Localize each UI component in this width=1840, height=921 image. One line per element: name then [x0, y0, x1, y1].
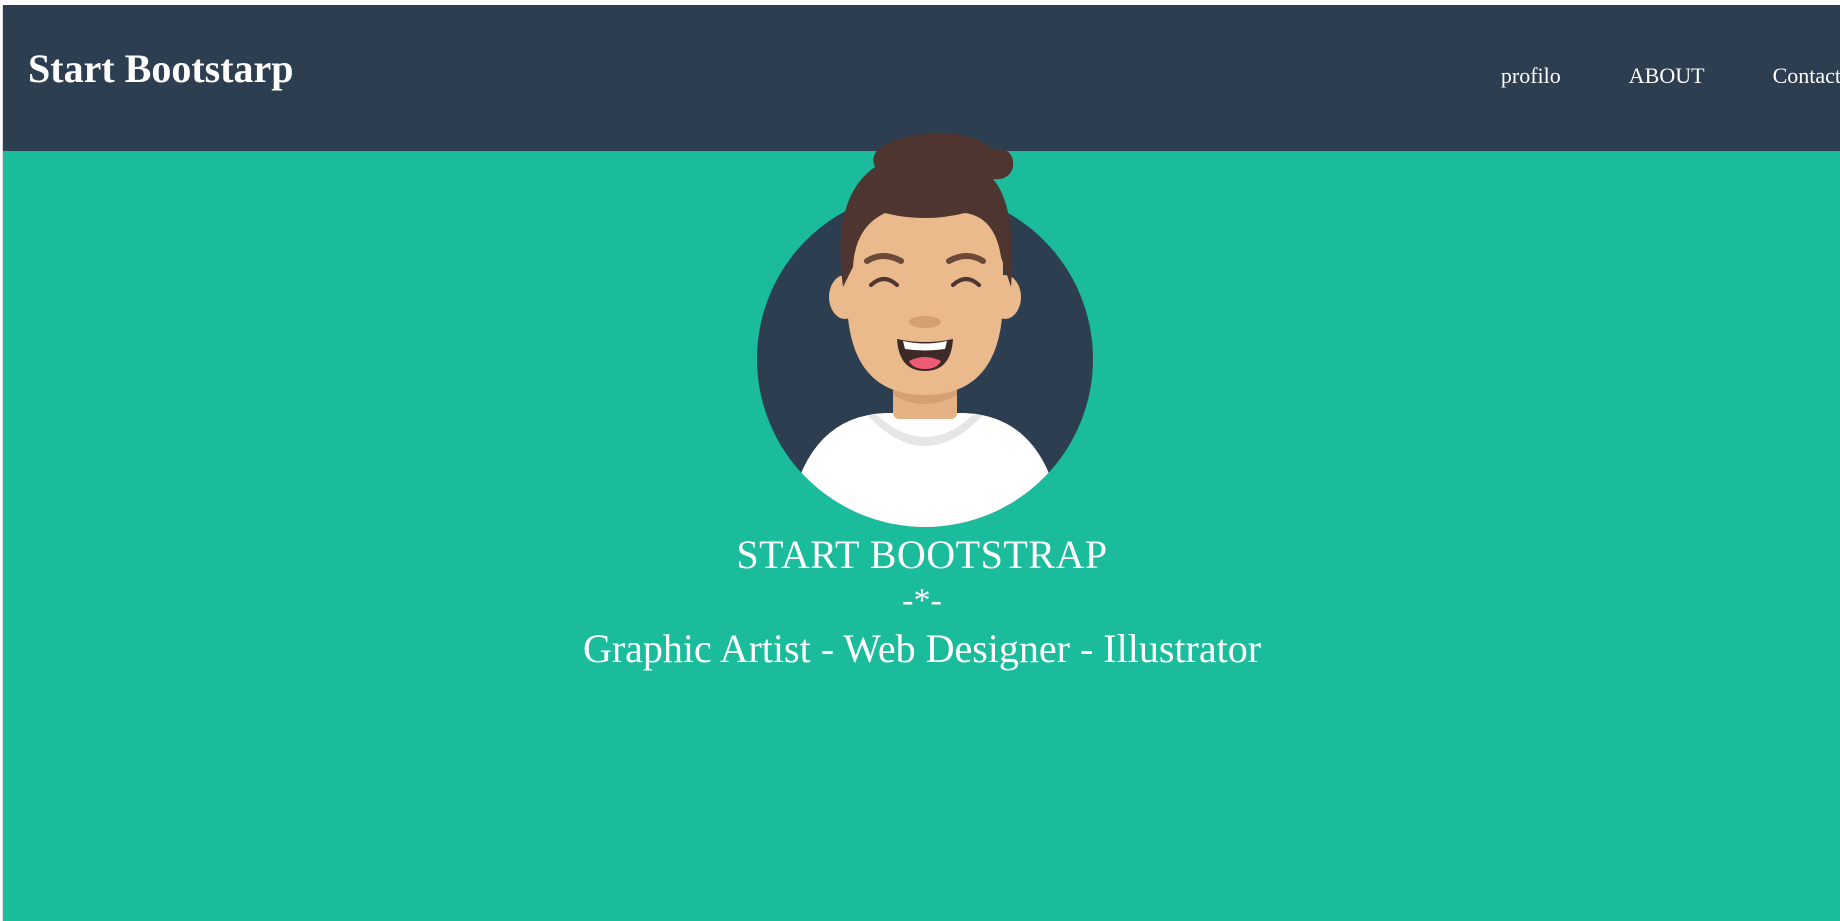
hero-title: START BOOTSTRAP — [736, 532, 1108, 577]
nav-link-contact[interactable]: Contact — [1773, 61, 1840, 91]
brand-logo-link[interactable]: Start Bootstarp — [28, 45, 294, 93]
page-frame: Start Bootstarp profilo ABOUT Contact ST… — [2, 5, 1840, 921]
nav-link-about[interactable]: ABOUT — [1629, 61, 1705, 91]
hero-divider: -*- — [902, 582, 942, 619]
avatar-illustration — [757, 132, 1093, 527]
avatar-nose — [909, 316, 941, 328]
nav-menu: profilo ABOUT Contact — [1433, 61, 1840, 91]
hero-subtitle: Graphic Artist - Web Designer - Illustra… — [582, 626, 1262, 671]
nav-link-profilo[interactable]: profilo — [1501, 61, 1561, 91]
